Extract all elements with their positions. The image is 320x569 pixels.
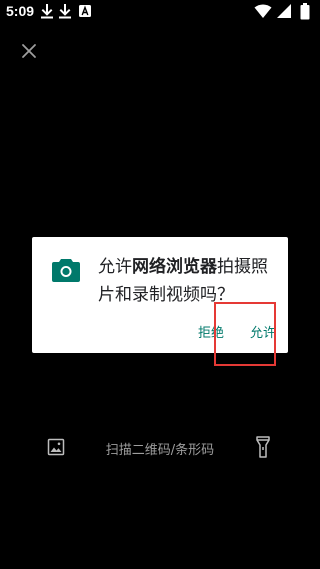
status-time: 5:09 — [6, 3, 35, 19]
camera-icon — [52, 259, 80, 282]
screen: 5:09 允许网络浏览器拍摄照片和录制视频吗？ 拒绝 允许 扫描二维码/条形码 — [0, 0, 320, 569]
battery-icon — [300, 3, 310, 20]
scan-toolbar: 扫描二维码/条形码 — [0, 430, 320, 466]
status-bar: 5:09 — [0, 0, 320, 24]
wifi-icon — [254, 4, 272, 18]
signal-icon — [277, 4, 291, 18]
font-a-icon — [79, 5, 91, 17]
message-prefix: 允许 — [98, 257, 132, 277]
flashlight-icon[interactable] — [256, 436, 270, 458]
highlight-box — [214, 302, 276, 366]
download-icon — [59, 4, 71, 19]
app-name: 网络浏览器 — [132, 257, 217, 277]
download-icon — [41, 4, 53, 19]
close-icon[interactable] — [18, 40, 40, 62]
dialog-message: 允许网络浏览器拍摄照片和录制视频吗？ — [98, 253, 284, 309]
scan-hint: 扫描二维码/条形码 — [105, 443, 215, 458]
